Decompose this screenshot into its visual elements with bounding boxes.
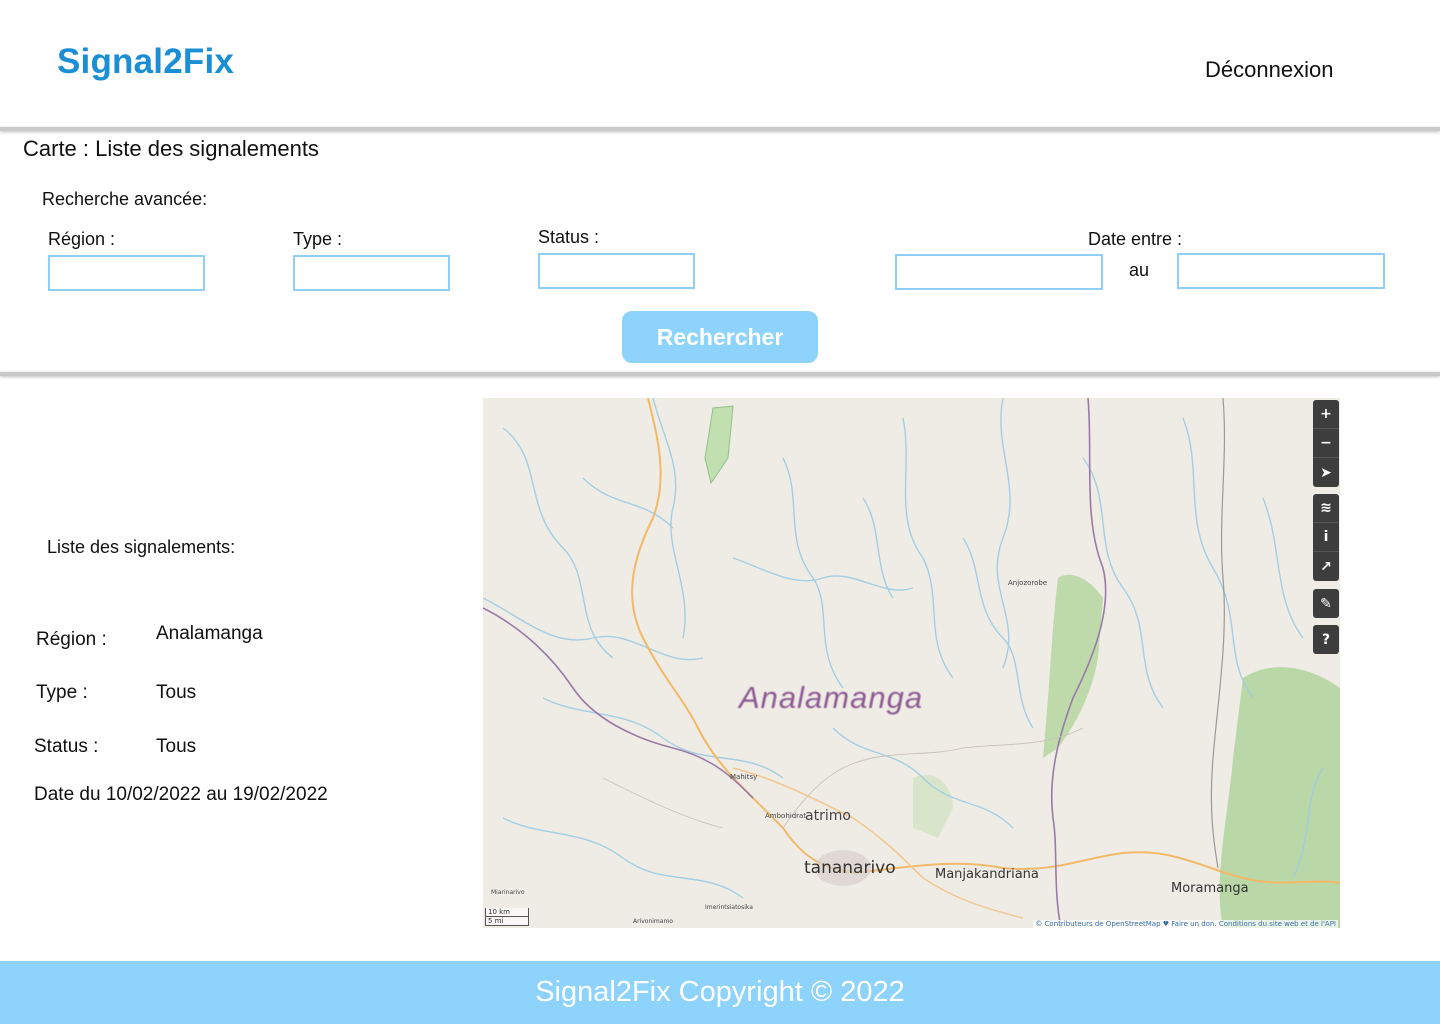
footer-copyright: Signal2Fix Copyright © 2022 [535,976,905,1008]
map-place-imerintsiatosika: Imerintsiatosika [705,904,753,911]
summary-type-key: Type : [36,682,88,703]
region-input[interactable] [48,255,205,291]
date-from-input[interactable] [895,254,1103,290]
map-place-arivonimamo: Arivonimamo [633,918,673,925]
map-zoom-controls: + − ➤ [1313,400,1339,487]
query-features-icon[interactable]: ? [1313,625,1339,654]
footer: Signal2Fix Copyright © 2022 [0,961,1440,1024]
map-attribution[interactable]: © Contributeurs de OpenStreetMap ♥ Faire… [1033,920,1338,928]
zoom-in-button[interactable]: + [1313,400,1339,429]
map-terrain [483,398,1340,928]
summary-status-value: Tous [156,736,197,757]
summary-region-value: Analamanga [156,623,263,644]
header-divider [0,127,1440,131]
locate-icon[interactable]: ➤ [1313,458,1339,487]
advanced-search-label: Recherche avancée: [42,189,208,209]
map-place-manjakandriana: Manjakandriana [935,867,1039,882]
map-place-antananarivo: tananarivo [804,858,896,878]
status-label: Status : [538,227,600,247]
header: Signal2Fix Déconnexion [0,0,1440,127]
add-note-icon[interactable]: ✎ [1313,589,1339,618]
type-input[interactable] [293,255,450,291]
map-tool-controls: ≋ i ↗ [1313,494,1339,581]
date-range-label: Date entre : [1088,229,1183,249]
map-place-moramanga: Moramanga [1171,881,1249,896]
zoom-out-button[interactable]: − [1313,429,1339,458]
map-note-control: ✎ [1313,589,1339,618]
map-place-ambohidratrimo-suffix: atrimo [805,808,851,824]
map-scale-km: 10 km [485,908,529,917]
layers-icon[interactable]: ≋ [1313,494,1339,523]
region-label: Région : [48,229,116,249]
status-input[interactable] [538,253,695,289]
app-logo[interactable]: Signal2Fix [57,42,234,82]
map-scale: 10 km 5 mi [485,908,529,926]
summary-status-key: Status : [34,736,99,757]
search-button[interactable]: Rechercher [622,311,818,363]
logout-link[interactable]: Déconnexion [1205,57,1333,83]
type-label: Type : [293,229,343,249]
page-title: Carte : Liste des signalements [23,136,319,161]
map-place-mahitsy: Mahitsy [730,773,758,781]
date-separator-label: au [1129,260,1150,280]
summary-type-value: Tous [156,682,197,703]
search-divider [0,372,1440,376]
report-list-title: Liste des signalements: [47,537,236,557]
map-scale-mi: 5 mi [485,917,529,926]
map-query-control: ? [1313,625,1339,654]
info-icon[interactable]: i [1313,523,1339,552]
share-icon[interactable]: ↗ [1313,552,1339,581]
map-place-ambohidratrimo-prefix: Ambohidrat [765,812,807,820]
summary-region-key: Région : [36,629,107,650]
summary-date-range: Date du 10/02/2022 au 19/02/2022 [34,784,328,805]
date-to-input[interactable] [1177,253,1385,289]
map-region-label: Analamanga [739,680,924,715]
map-place-anjozorobe: Anjozorobe [1008,579,1048,587]
map-place-miarinarivo: Miarinarivo [491,889,525,896]
map-view[interactable]: Analamanga Anjozorobe Mahitsy Ambohidrat… [483,398,1340,928]
